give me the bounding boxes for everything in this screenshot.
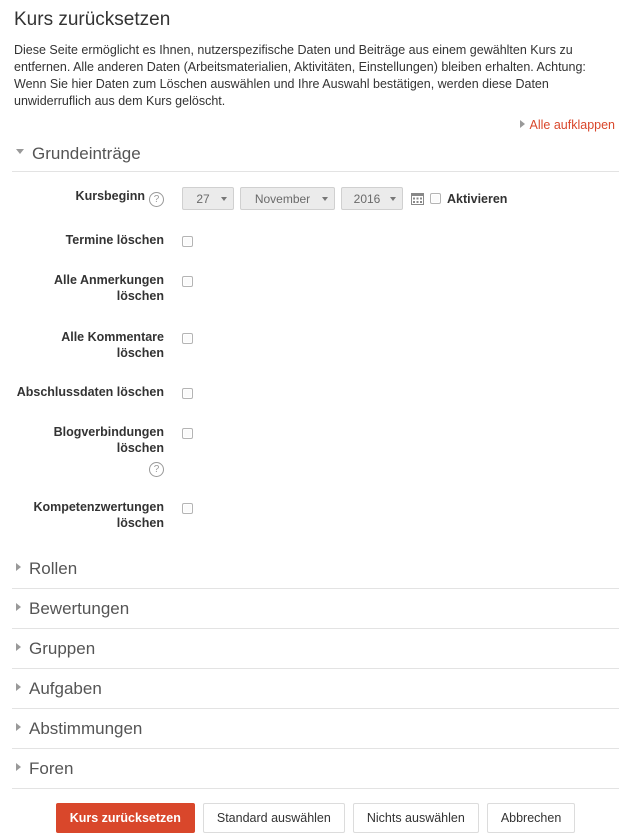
delete-completion-checkbox[interactable] xyxy=(182,387,193,399)
page-description: Diese Seite ermöglicht es Ihnen, nutzers… xyxy=(14,43,586,108)
reset-course-button[interactable]: Kurs zurücksetzen xyxy=(55,803,195,833)
coursestart-controls: 1232728293031 JanuarFebruarMärzAprilMaiJ… xyxy=(164,186,507,210)
grundeintraege-form: Kursbeginn? 1232728293031 JanuarFebruarM… xyxy=(12,172,619,531)
chevron-right-icon xyxy=(16,603,21,612)
section-title-aufgaben: Aufgaben xyxy=(29,679,102,698)
expand-all-label: Alle aufklappen xyxy=(529,118,615,132)
delete-blogassociations-label: Blogverbindungen löschen xyxy=(53,425,164,455)
chevron-right-icon xyxy=(16,763,21,772)
delete-events-checkbox[interactable] xyxy=(182,235,193,247)
coursestart-enable-label[interactable]: Aktivieren xyxy=(447,192,507,206)
day-select-wrap: 1232728293031 xyxy=(182,187,240,210)
year-select-wrap: 20142015201620172018 xyxy=(341,187,409,210)
delete-events-control xyxy=(164,230,193,249)
field-row-delete-events: Termine löschen xyxy=(12,230,619,249)
select-none-button[interactable]: Nichts auswählen xyxy=(352,803,479,833)
chevron-right-icon xyxy=(16,643,21,652)
chevron-down-icon xyxy=(16,149,24,155)
delete-notes-label: Alle Anmerkungen löschen xyxy=(54,273,164,303)
delete-completion-control xyxy=(164,382,193,401)
delete-competencyratings-label: Kompetenzwertungen löschen xyxy=(33,500,164,530)
delete-notes-checkbox[interactable] xyxy=(182,275,193,287)
select-default-button[interactable]: Standard auswählen xyxy=(202,803,345,833)
chevron-right-icon xyxy=(16,723,21,732)
section-title-bewertungen: Bewertungen xyxy=(29,599,130,618)
delete-events-label: Termine löschen xyxy=(65,233,164,247)
delete-blogassociations-checkbox[interactable] xyxy=(182,427,193,439)
form-actions: Kurs zurücksetzen Standard auswählen Nic… xyxy=(12,789,619,833)
chevron-right-icon xyxy=(519,120,525,128)
coursestart-enable-checkbox[interactable] xyxy=(430,193,441,204)
delete-competencyratings-control xyxy=(164,497,193,516)
delete-blogassociations-label-wrap: Blogverbindungen löschen ? xyxy=(12,422,164,477)
field-row-delete-blogassociations: Blogverbindungen löschen ? xyxy=(12,422,619,477)
section-title-foren: Foren xyxy=(29,759,74,778)
section-header-grundeintraege[interactable]: Grundeinträge xyxy=(12,140,619,172)
section-header-foren[interactable]: Foren xyxy=(12,749,619,789)
field-row-delete-competencyratings: Kompetenzwertungen löschen xyxy=(12,497,619,531)
field-row-coursestart: Kursbeginn? 1232728293031 JanuarFebruarM… xyxy=(12,186,619,210)
section-title-abstimmungen: Abstimmungen xyxy=(29,719,143,738)
section-header-bewertungen[interactable]: Bewertungen xyxy=(12,589,619,629)
reset-course-page: Kurs zurücksetzen Diese Seite ermöglicht… xyxy=(0,0,631,833)
delete-notes-control xyxy=(164,270,193,289)
coursestart-month-select[interactable]: JanuarFebruarMärzAprilMaiJuniJuliAugustS… xyxy=(240,187,335,210)
delete-comments-checkbox[interactable] xyxy=(182,332,193,344)
help-circle-icon[interactable]: ? xyxy=(149,462,164,477)
section-header-abstimmungen[interactable]: Abstimmungen xyxy=(12,709,619,749)
section-title-grundeintraege: Grundeinträge xyxy=(32,144,141,163)
chevron-right-icon xyxy=(16,683,21,692)
cancel-button[interactable]: Abbrechen xyxy=(486,803,576,833)
delete-comments-control xyxy=(164,327,193,346)
month-select-wrap: JanuarFebruarMärzAprilMaiJuniJuliAugustS… xyxy=(240,187,341,210)
coursestart-day-select[interactable]: 1232728293031 xyxy=(182,187,234,210)
field-row-delete-completion: Abschlussdaten löschen xyxy=(12,382,619,401)
coursestart-year-select[interactable]: 20142015201620172018 xyxy=(341,187,403,210)
page-title: Kurs zurücksetzen xyxy=(14,9,171,30)
expand-all-link[interactable]: Alle aufklappen xyxy=(519,118,615,132)
chevron-right-icon xyxy=(16,563,21,572)
section-header-aufgaben[interactable]: Aufgaben xyxy=(12,669,619,709)
calendar-icon[interactable] xyxy=(411,192,424,205)
section-title-rollen: Rollen xyxy=(29,559,78,578)
section-header-rollen[interactable]: Rollen xyxy=(12,549,619,589)
expand-all-row: Alle aufklappen xyxy=(12,110,619,134)
coursestart-label-wrap: Kursbeginn? xyxy=(12,186,164,207)
delete-completion-label: Abschlussdaten löschen xyxy=(16,385,164,399)
help-circle-icon[interactable]: ? xyxy=(149,192,164,207)
field-row-delete-comments: Alle Kommentare löschen xyxy=(12,327,619,361)
help-below-wrap: ? xyxy=(12,458,164,477)
section-header-gruppen[interactable]: Gruppen xyxy=(12,629,619,669)
delete-blogassociations-control xyxy=(164,422,193,441)
field-row-delete-notes: Alle Anmerkungen löschen xyxy=(12,270,619,304)
section-title-gruppen: Gruppen xyxy=(29,639,96,658)
delete-competencyratings-checkbox[interactable] xyxy=(182,502,193,514)
delete-comments-label: Alle Kommentare löschen xyxy=(61,330,164,360)
coursestart-label: Kursbeginn xyxy=(75,189,145,203)
